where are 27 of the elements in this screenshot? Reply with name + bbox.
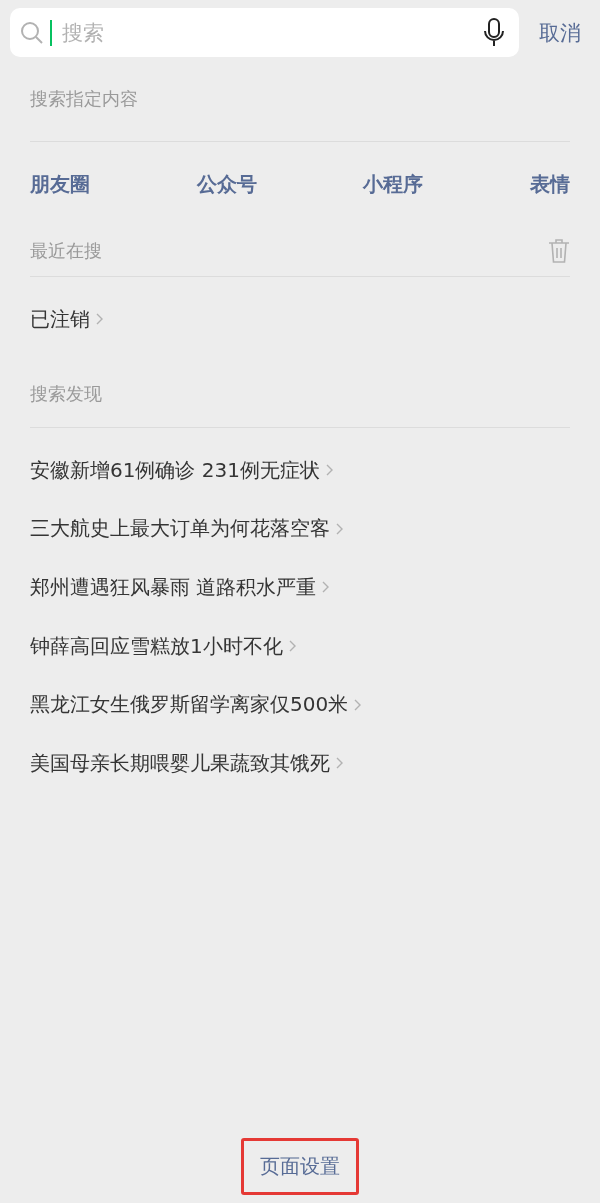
- chevron-icon: [322, 581, 330, 594]
- chevron-icon: [336, 522, 343, 535]
- trending-topic[interactable]: 钟薛高回应雪糕放1小时不化: [30, 616, 570, 676]
- trending-topic[interactable]: 三大航史上最大订单为何花落空客: [30, 499, 570, 559]
- search-icon: [20, 20, 44, 45]
- chevron-icon: [336, 757, 343, 770]
- category-link[interactable]: 小程序: [363, 170, 424, 198]
- section-title: 最近在搜: [30, 239, 102, 263]
- search-input[interactable]: 搜索: [60, 19, 483, 46]
- chevron-icon: [96, 313, 103, 325]
- search-bar[interactable]: 搜索: [10, 8, 519, 57]
- recent-search[interactable]: 已注销: [30, 277, 570, 361]
- trending-topic[interactable]: 郑州遭遇狂风暴雨 道路积水严重: [30, 558, 570, 617]
- trending-topic[interactable]: 黑龙江女生俄罗斯留学离家仅500米: [30, 675, 570, 734]
- cancel-button[interactable]: 取消: [539, 18, 581, 47]
- section-title: 搜索指定内容: [30, 87, 138, 111]
- category-link[interactable]: 朋友圈: [30, 170, 90, 198]
- chevron-icon: [288, 640, 296, 653]
- chevron-icon: [354, 698, 362, 711]
- chevron-icon: [326, 464, 333, 477]
- trending-topic[interactable]: 美国母亲长期喂婴儿果蔬致其饿死: [30, 733, 570, 793]
- trending-topic[interactable]: 安徽新增61例确诊 231例无症状: [30, 441, 570, 500]
- page-settings-button[interactable]: 页面设置: [241, 1138, 359, 1195]
- microphone-icon[interactable]: [483, 17, 505, 48]
- section-title: 搜索发现: [30, 382, 102, 406]
- category-link[interactable]: 表情: [529, 170, 570, 198]
- category-link[interactable]: 公众号: [196, 170, 257, 198]
